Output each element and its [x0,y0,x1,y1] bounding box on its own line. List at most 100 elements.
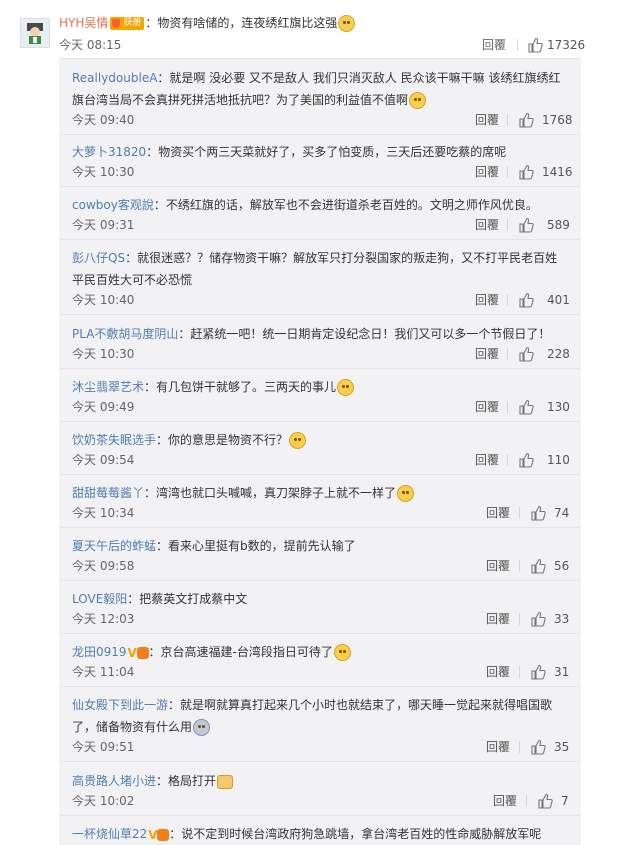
reply-button[interactable]: 回覆 [486,738,510,756]
reply-meta: 今天 09:49 回覆 130 [72,398,570,416]
scrollbar[interactable] [620,0,626,844]
reply-item: 沐尘翡翠艺术：有几包饼干就够了。三两天的事儿 今天 09:49 回覆 130 [59,376,581,422]
thumb-emoji-icon [217,774,234,789]
reply-username[interactable]: PLA不敷胡马度阴山 [72,327,178,341]
reply-text: ：物资买个两三天菜就好了，买多了怕变质，三天后还要吃蔡的席呢 [146,145,507,159]
reply-username[interactable]: 大萝卜31820 [72,145,146,159]
reply-text-line: ReallydoubleA：就是啊 没必要 又不是敌人 我们只消灭敌人 民众该干… [72,67,569,111]
reply-item: 一杯烧仙草22 V ：说不定到时候台湾政府狗急跳墙，拿台湾老百姓的性命威胁解放军呢 [59,823,581,845]
reply-username[interactable]: 夏天午后的蚱蜢 [72,539,156,553]
reply-time: 今天 09:58 [72,559,135,573]
avatar-image [27,23,43,44]
thumb-up-icon[interactable] [518,346,534,362]
reply-meta: 今天 09:40 回覆 1768 [72,111,573,129]
thumb-up-icon[interactable] [518,112,534,128]
like-count: 35 [554,740,570,754]
reply-button[interactable]: 回覆 [486,504,510,522]
like-count: 110 [547,453,570,467]
reply-text: ：就很迷惑？？储存物资干嘛？解放军只打分裂国家的叛走狗，又不打平民老百姓 平民百… [72,251,570,287]
thumb-up-icon[interactable] [518,164,534,180]
like-count: 7 [561,794,569,808]
reply-username[interactable]: 饮奶茶失眠选手 [72,433,156,447]
main-comment-text-line: HYH吴情 获册 ：物资有啥储的，连夜绣红旗比这强 [59,13,356,33]
reply-text: ：看来心里挺有b数的，提前先认输了 [156,539,356,553]
separator [507,294,508,306]
like-count: 1416 [542,165,573,179]
reply-time: 今天 09:40 [72,113,135,127]
reply-time: 今天 09:31 [72,218,135,232]
reply-text: ：你的意思是物资不行？ [156,433,289,447]
like-count: 31 [554,665,570,679]
reply-list: ReallydoubleA：就是啊 没必要 又不是敌人 我们只消灭敌人 民众该干… [59,58,581,845]
reply-username[interactable]: 一杯烧仙草22 [72,827,147,841]
thumb-up-icon[interactable] [537,793,553,809]
reply-meta: 今天 09:54 回覆 110 [72,451,570,469]
reply-button[interactable]: 回覆 [475,216,499,234]
reply-text: ：京台高速福建-台湾段指日可待了 [148,645,333,659]
like-count: 74 [554,506,570,520]
thumb-up-icon[interactable] [530,558,546,574]
reply-text-line: LOVE毅阳：把蔡英文打成蔡中文 [72,588,569,610]
reply-username[interactable]: 甜甜莓莓酱丫 [72,486,144,500]
cat-emoji-icon [397,485,415,502]
reply-button[interactable]: 回覆 [475,111,499,129]
reply-item: LOVE毅阳：把蔡英文打成蔡中文 今天 12:03 回覆 33 [59,588,581,634]
reply-button[interactable]: 回覆 [475,291,499,309]
reply-text-line: 仙女殿下到此一游：就是啊就算真打起来几个小时也就结束了，哪天睡一觉起来就得唱国歌… [72,694,569,738]
thumb-up-icon[interactable] [518,292,534,308]
reply-text: ：说不定到时候台湾政府狗急跳墙，拿台湾老百姓的性命威胁解放军呢 [169,827,542,841]
thumb-up-icon[interactable] [518,452,534,468]
separator [519,560,520,572]
reply-meta: 今天 09:51 回覆 35 [72,738,569,756]
reply-username[interactable]: 仙女殿下到此一游 [72,698,168,712]
reply-text: ：不绣红旗的话，解放军也不会进街道杀老百姓的。文明之师作风优良。 [153,198,538,212]
reply-button[interactable]: 回覆 [486,610,510,628]
reply-item: 仙女殿下到此一游：就是啊就算真打起来几个小时也就结束了，哪天睡一觉起来就得唱国歌… [59,694,581,762]
thumb-up-icon[interactable] [530,739,546,755]
main-comment-time: 今天 08:15 [59,38,122,52]
reply-time: 今天 10:40 [72,293,135,307]
reply-username[interactable]: 沐尘翡翠艺术 [72,380,144,394]
like-count: 401 [547,293,570,307]
reply-meta: 今天 09:31 回覆 589 [72,216,570,234]
reply-meta: 今天 10:02 回覆 7 [72,792,569,810]
reply-button[interactable]: 回覆 [475,345,499,363]
reply-username[interactable]: ReallydoubleA [72,71,157,85]
reply-username[interactable]: cowboy客观說 [72,198,154,212]
main-comment-reply-button[interactable]: 回覆 [482,36,506,54]
vip-badge-icon: V [148,828,170,842]
reply-meta: 今天 12:03 回覆 33 [72,610,569,628]
reply-time: 今天 11:04 [72,665,135,679]
like-count: 228 [547,347,570,361]
reply-meta: 今天 09:58 回覆 56 [72,557,569,575]
thumb-up-icon[interactable] [518,399,534,415]
reply-time: 今天 10:02 [72,794,135,808]
reply-meta: 今天 11:04 回覆 31 [72,663,569,681]
reply-button[interactable]: 回覆 [475,398,499,416]
reply-time: 今天 09:49 [72,400,135,414]
thumb-up-icon[interactable] [527,37,543,53]
avatar[interactable] [20,18,50,48]
separator [507,219,508,231]
thumb-up-icon[interactable] [530,505,546,521]
thumb-up-icon[interactable] [530,664,546,680]
reply-text-line: 夏天午后的蚱蜢：看来心里挺有b数的，提前先认输了 [72,535,569,557]
reply-item: 饮奶茶失眠选手：你的意思是物资不行？ 今天 09:54 回覆 110 [59,429,581,475]
main-comment-username[interactable]: HYH吴情 [59,16,108,30]
thumb-up-icon[interactable] [530,611,546,627]
reply-button[interactable]: 回覆 [486,663,510,681]
thumb-up-icon[interactable] [518,217,534,233]
reply-button[interactable]: 回覆 [475,451,499,469]
reply-button[interactable]: 回覆 [486,557,510,575]
reply-text-line: cowboy客观說：不绣红旗的话，解放军也不会进街道杀老百姓的。文明之师作风优良… [72,194,569,216]
reply-button[interactable]: 回覆 [475,163,499,181]
reply-username[interactable]: 彭八仔QS [72,251,125,265]
reply-button[interactable]: 回覆 [493,792,517,810]
reply-username[interactable]: 高贵路人堵小进 [72,774,156,788]
like-count: 33 [554,612,570,626]
reply-meta: 今天 10:34 回覆 74 [72,504,569,522]
reply-username[interactable]: LOVE毅阳 [72,592,127,606]
main-comment: HYH吴情 获册 ：物资有啥储的，连夜绣红旗比这强 今天 08:15 回覆 1732… [0,0,626,58]
reply-username[interactable]: 龙田0919 [72,645,127,659]
separator [507,348,508,360]
